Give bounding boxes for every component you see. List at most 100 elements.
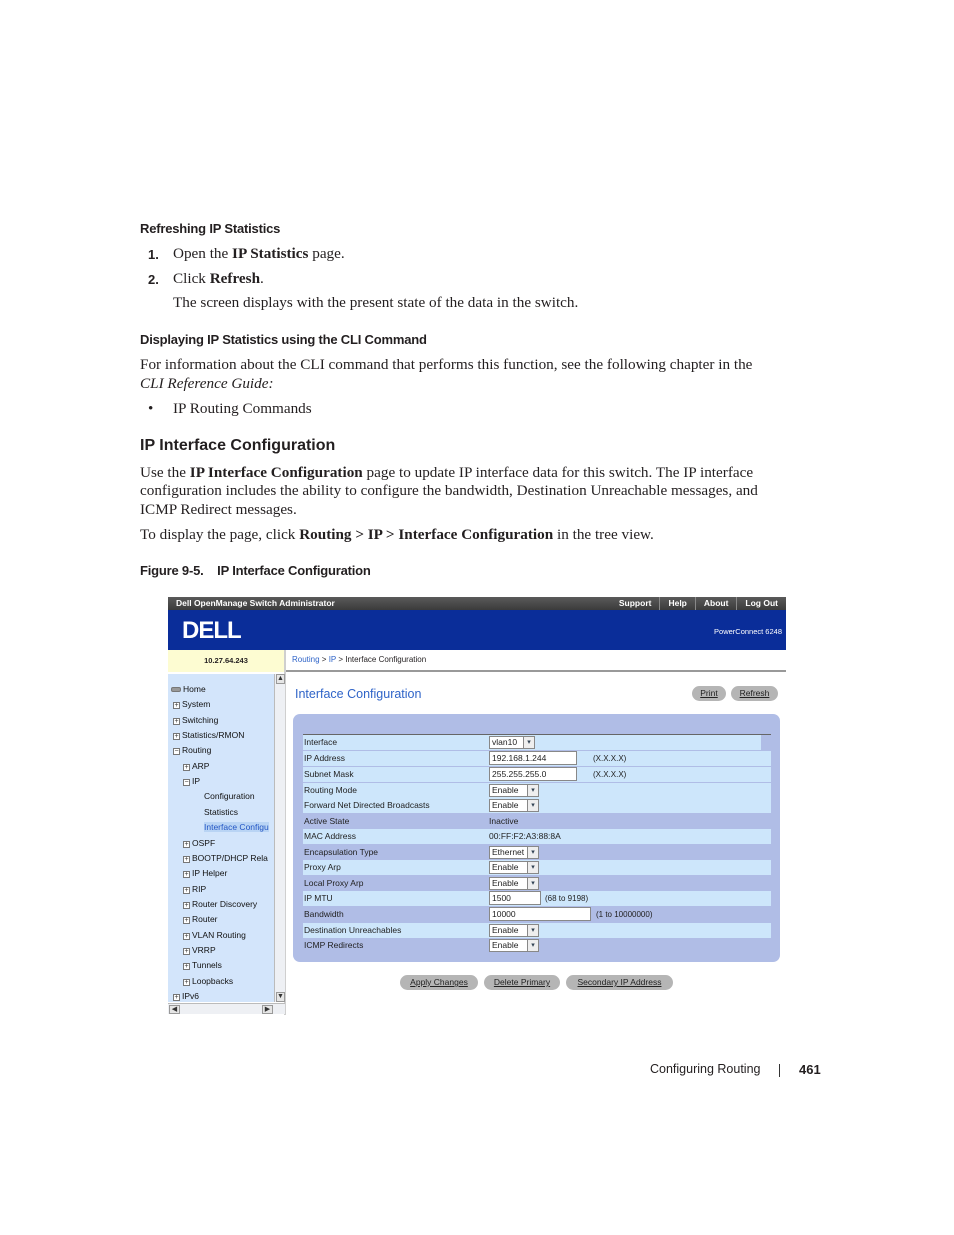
expand-icon[interactable]: + [183,886,190,894]
expand-icon[interactable]: + [173,733,180,741]
expand-icon[interactable]: + [183,840,190,848]
text: page to update IP interface data for thi… [362,464,754,481]
tree-item-system[interactable]: + System [173,699,210,710]
ip-mtu-input[interactable]: 1500 [489,891,541,905]
about-link[interactable]: About [694,597,737,610]
tree-item-home[interactable]: Home [171,684,206,694]
expand-icon[interactable]: + [183,763,190,771]
breadcrumb-ip[interactable]: IP [329,655,336,664]
tree-item-statistics[interactable]: Statistics [204,807,238,817]
expand-icon[interactable]: + [183,917,190,925]
tree-item-loopbacks[interactable]: + Loopbacks [183,976,233,986]
tree-item-routing[interactable]: − Routing [173,745,212,756]
chevron-down-icon[interactable]: ▾ [523,736,535,749]
scroll-left-icon[interactable]: ◀ [169,1005,180,1014]
icmp-redirects-select[interactable]: Enable ▾ [489,939,539,952]
field-label: Local Proxy Arp [304,878,364,888]
chevron-down-icon[interactable]: ▾ [527,799,539,812]
delete-primary-button[interactable]: Delete Primary [484,975,560,990]
routing-mode-select[interactable]: Enable ▾ [489,784,539,797]
tree-item-router-discovery[interactable]: + Router Discovery [183,899,257,909]
row-proxy-arp: Proxy Arp Enable ▾ [303,860,771,875]
tree-item-label: VRRP [192,944,216,955]
field-label: MAC Address [304,831,356,841]
tree-item-vlan-routing[interactable]: + VLAN Routing [183,930,246,940]
select-value: Enable [492,925,519,935]
paragraph-1-line2: configuration includes the ability to co… [140,482,758,499]
tree-item-interface-configu[interactable]: Interface Configu [204,822,269,833]
tree-item-label: Loopbacks [192,975,234,986]
expand-icon[interactable]: + [183,855,190,863]
breadcrumb-routing[interactable]: Routing [292,655,320,664]
step-2: Click Refresh. [173,269,264,288]
tree-item-statistics-rmon[interactable]: + Statistics/RMON [173,730,244,741]
expand-icon[interactable]: + [183,932,190,940]
expand-icon[interactable]: + [183,947,190,955]
tree-horizontal-scrollbar[interactable]: ◀ ▶ [168,1003,285,1014]
text: . [260,270,264,287]
forward-broadcasts-select[interactable]: Enable ▾ [489,799,539,812]
expand-icon[interactable]: + [183,963,190,971]
expand-icon[interactable]: + [183,871,190,879]
proxy-arp-select[interactable]: Enable ▾ [489,861,539,874]
chevron-down-icon[interactable]: ▾ [527,784,539,797]
encapsulation-select[interactable]: Ethernet ▾ [489,846,539,859]
tree-item-ip-helper[interactable]: + IP Helper [183,868,228,879]
tree-item-rip[interactable]: + RIP [183,884,206,894]
tree-item-router[interactable]: + Router [183,914,218,925]
select-value: Enable [492,940,519,950]
expand-icon[interactable]: + [173,702,180,710]
logout-link[interactable]: Log Out [736,597,786,610]
tree-item-configuration[interactable]: Configuration [204,791,255,801]
bold-text: IP Interface Configuration [189,464,363,481]
subnet-mask-input[interactable]: 255.255.255.0 [489,767,577,781]
print-button[interactable]: Print [692,686,726,701]
chevron-down-icon[interactable]: ▾ [527,861,539,874]
select-value: Enable [492,800,519,810]
apply-changes-button[interactable]: Apply Changes [400,975,478,990]
expand-icon[interactable]: + [183,901,190,909]
chevron-down-icon[interactable]: ▾ [527,924,539,937]
home-icon [171,687,181,692]
scroll-up-icon[interactable]: ▲ [276,674,285,684]
tree-item-ipv6[interactable]: + IPv6 [173,991,199,1001]
figure-caption: Figure 9-5. IP Interface Configuration [140,563,371,578]
local-proxy-arp-select[interactable]: Enable ▾ [489,877,539,890]
field-label: Encapsulation Type [304,847,379,857]
refresh-button[interactable]: Refresh [731,686,778,701]
ip-address-input[interactable]: 192.168.1.244 [489,751,577,765]
bullet-ip-routing-commands: IP Routing Commands [173,400,312,417]
field-label: Bandwidth [304,909,344,919]
interface-select[interactable]: vlan10 ▾ [489,736,535,749]
tree-item-label: Routing [182,745,212,756]
select-value: Enable [492,862,519,872]
scroll-down-icon[interactable]: ▼ [276,992,285,1002]
chevron-down-icon[interactable]: ▾ [527,846,539,859]
collapse-icon[interactable]: − [183,779,190,787]
expand-icon[interactable]: + [173,994,180,1001]
tree-item-arp[interactable]: + ARP [183,761,209,771]
chevron-down-icon[interactable]: ▾ [527,939,539,952]
tree-item-label: Router Discovery [192,898,258,909]
expand-icon[interactable]: + [183,978,190,986]
chevron-down-icon[interactable]: ▾ [527,877,539,890]
scroll-right-icon[interactable]: ▶ [262,1005,273,1014]
destination-unreachables-select[interactable]: Enable ▾ [489,924,539,937]
tree-item-tunnels[interactable]: + Tunnels [183,960,222,971]
bold-text: IP Statistics [232,245,309,262]
expand-icon[interactable]: + [173,717,180,725]
tree-item-ip[interactable]: − IP [183,776,200,787]
collapse-icon[interactable]: − [173,748,180,756]
tree-item-vrrp[interactable]: + VRRP [183,945,216,955]
breadcrumb: Routing > IP > Interface Configuration [286,650,786,672]
tree-vertical-scrollbar[interactable]: ▲ ▼ [274,674,285,1002]
tree-item-switching[interactable]: + Switching [173,715,218,725]
support-link[interactable]: Support [611,597,660,610]
tree-item-label: IP Helper [192,868,228,879]
tree-item-ospf[interactable]: + OSPF [183,838,215,848]
bandwidth-input[interactable]: 10000 [489,907,591,921]
help-link[interactable]: Help [659,597,694,610]
tree-item-bootp-dhcp-rela[interactable]: + BOOTP/DHCP Rela [183,853,268,863]
tree-item-label: BOOTP/DHCP Rela [192,852,268,863]
secondary-ip-address-button[interactable]: Secondary IP Address [566,975,673,990]
